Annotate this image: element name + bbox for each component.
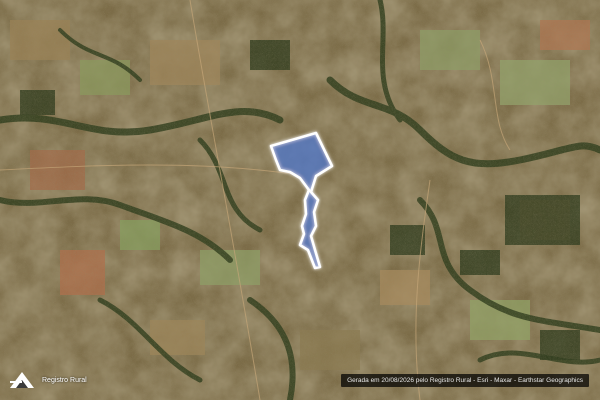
registro-rural-branding: Registro Rural [8, 370, 87, 390]
brand-name: Registro Rural [42, 376, 87, 384]
registro-rural-logo-icon [10, 372, 34, 388]
map-view[interactable]: Registro Rural Gerada em 20/08/2026 pelo… [0, 0, 600, 400]
map-attribution: Gerada em 20/08/2026 pelo Registro Rural… [341, 374, 589, 387]
satellite-basemap[interactable] [0, 0, 600, 400]
